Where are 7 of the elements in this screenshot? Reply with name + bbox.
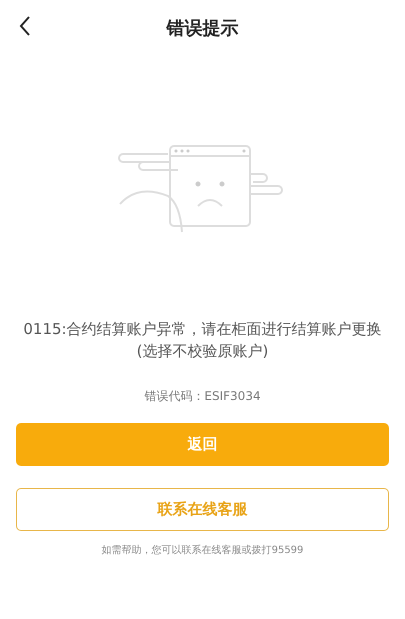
error-message: 0115:合约结算账户异常，请在柜面进行结算账户更换 (选择不校验原账户): [22, 319, 383, 362]
back-icon: [19, 16, 31, 36]
page-title: 错误提示: [166, 17, 238, 40]
error-code: 错误代码：ESIF3034: [144, 388, 261, 405]
return-button[interactable]: 返回: [16, 423, 389, 466]
contact-service-button[interactable]: 联系在线客服: [16, 488, 389, 531]
help-text: 如需帮助，您可以联系在线客服或拨打95599: [102, 544, 304, 557]
